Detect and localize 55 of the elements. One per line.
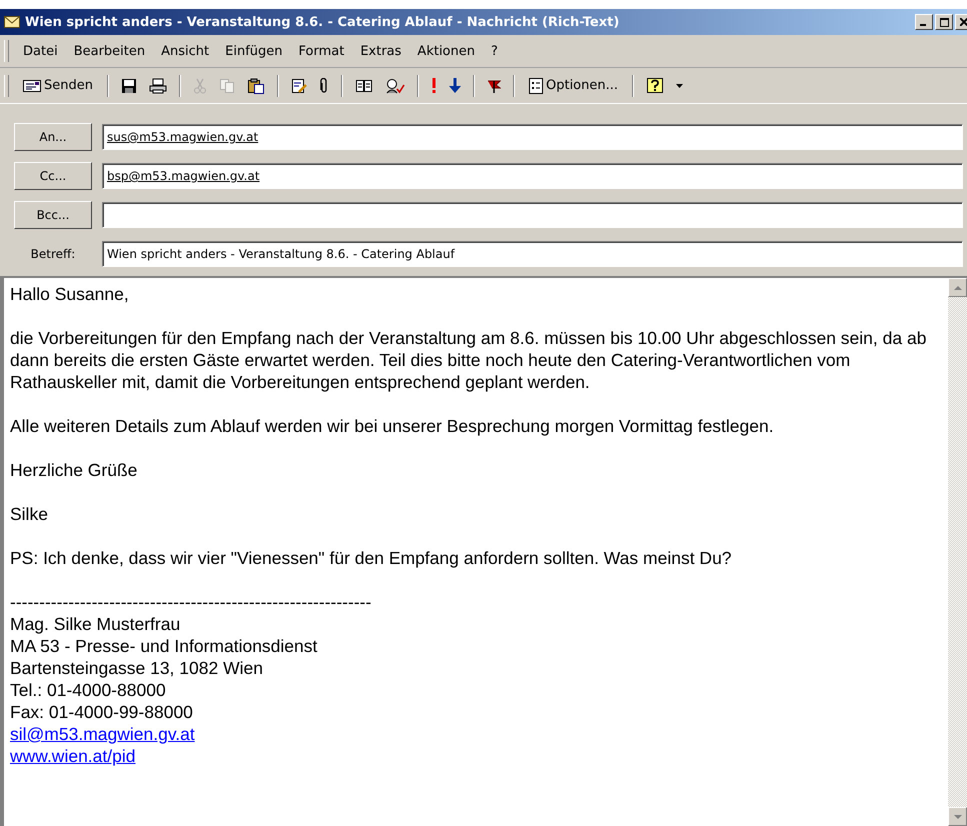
- exclamation-icon[interactable]: [430, 78, 437, 94]
- menu-item[interactable]: Format: [290, 44, 352, 58]
- menu-item[interactable]: Einfügen: [217, 44, 291, 58]
- down-arrow-icon[interactable]: [448, 78, 461, 94]
- message-paragraph: die Vorbereitungen für den Empfang nach der Veranstaltung am 8.6. müssen bis 10.00 Uhr abgeschlossen sein, da ab dann bereits die ersten Gäste erwartet werden. Teil dies bitte noch heute den Catering-Verantwortlichen vom Rathauskeller mit, damit die Vorbereitungen entsprechend geplant werden.: [10, 327, 928, 393]
- signature-line: Mag. Silke Musterfrau: [10, 613, 182, 635]
- close-icon: [960, 18, 967, 26]
- send-button[interactable]: Senden: [21, 78, 95, 93]
- options-button[interactable]: Optionen...: [526, 78, 620, 94]
- subject-field[interactable]: Wien spricht anders - Veranstaltung 8.6. - Catering Ablauf: [102, 241, 963, 267]
- menu-item[interactable]: Bearbeiten: [66, 44, 154, 58]
- address-book-icon[interactable]: [354, 78, 373, 94]
- signature-line: Fax: 01-4000-99-88000: [10, 701, 194, 723]
- envelope-icon: [4, 16, 20, 28]
- scroll-up-icon[interactable]: [948, 278, 967, 297]
- printer-icon[interactable]: [148, 78, 167, 94]
- recipient-field[interactable]: sus@m53.magwien.gv.at: [102, 124, 963, 150]
- recipient-field[interactable]: [102, 202, 963, 228]
- signature-line: --------------------------------------------------------------: [10, 591, 372, 613]
- message-paragraph: Alle weiteren Details zum Ablauf werden wir bei unserer Besprechung morgen Vormittag festlegen.: [10, 415, 775, 437]
- caret-icon[interactable]: [676, 84, 684, 88]
- edit-document-icon[interactable]: [290, 78, 307, 94]
- recipient-button[interactable]: An...: [14, 123, 92, 151]
- signature-line: Bartensteingasse 13, 1082 Wien: [10, 657, 264, 679]
- message-paragraph: Hallo Susanne,: [10, 283, 130, 305]
- signature-link[interactable]: www.wien.at/pid: [10, 746, 136, 766]
- subject-label: Betreff:: [30, 247, 76, 261]
- vertical-scrollbar[interactable]: [948, 278, 967, 826]
- signature-link[interactable]: sil@m53.magwien.gv.at: [10, 724, 195, 744]
- signature-line: MA 53 - Presse- und Informationsdienst: [10, 635, 318, 657]
- signature-line: Tel.: 01-4000-88000: [10, 679, 167, 701]
- options-icon: [528, 78, 543, 94]
- save-icon[interactable]: [120, 78, 137, 94]
- menu-item[interactable]: ?: [482, 44, 506, 58]
- menu-item[interactable]: Ansicht: [153, 44, 218, 58]
- recipient-button[interactable]: Cc...: [14, 162, 92, 190]
- clipboard-icon[interactable]: [246, 78, 265, 94]
- menu-item[interactable]: Datei: [15, 44, 66, 58]
- check-names-icon[interactable]: [384, 78, 405, 94]
- menu-item[interactable]: Extras: [352, 44, 410, 58]
- recipient-button[interactable]: Bcc...: [14, 201, 92, 229]
- scroll-down-icon[interactable]: [948, 807, 967, 826]
- minimize-button[interactable]: [915, 14, 933, 30]
- paperclip-icon[interactable]: [318, 78, 329, 94]
- recipient-field[interactable]: bsp@m53.magwien.gv.at: [102, 163, 963, 189]
- flag-icon[interactable]: [486, 78, 501, 92]
- help-icon[interactable]: [646, 76, 664, 94]
- menu-item[interactable]: Aktionen: [409, 44, 483, 58]
- message-paragraph: Silke: [10, 503, 49, 525]
- message-paragraph: PS: Ich denke, dass wir vier "Vienessen" für den Empfang anfordern sollten. Was meinst Du?: [10, 547, 733, 569]
- message-paragraph: Herzliche Grüße: [10, 459, 138, 481]
- window-title: Wien spricht anders - Veranstaltung 8.6. - Catering Ablauf - Nachricht (Rich-Text): [25, 14, 620, 30]
- maximize-icon: [940, 18, 948, 26]
- maximize-button[interactable]: [935, 14, 953, 30]
- message-icon: [23, 78, 41, 92]
